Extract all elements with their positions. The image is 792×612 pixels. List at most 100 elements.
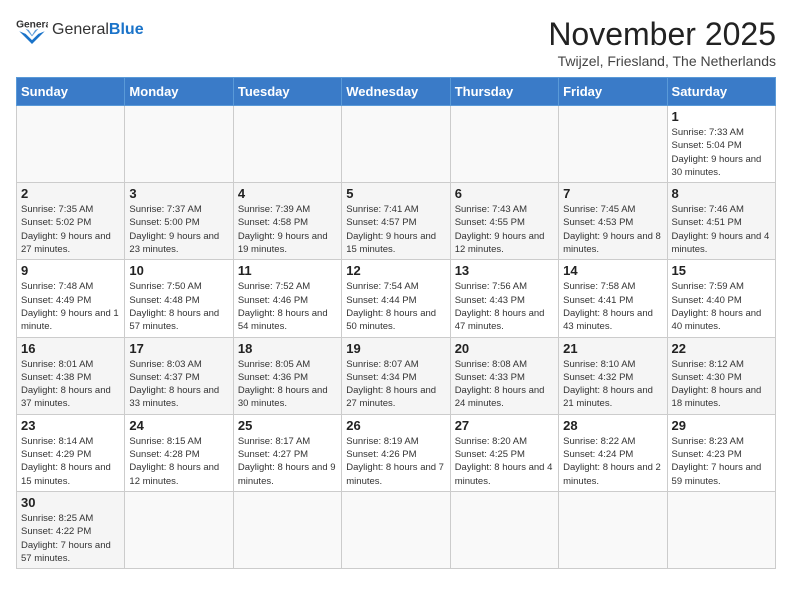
day-info: Sunrise: 7:37 AM Sunset: 5:00 PM Dayligh… (129, 203, 228, 256)
table-row: 25 Sunrise: 8:17 AM Sunset: 4:27 PM Dayli… (233, 414, 341, 491)
day-number: 23 (21, 418, 120, 433)
table-row: 6 Sunrise: 7:43 AM Sunset: 4:55 PM Daylig… (450, 183, 558, 260)
day-number: 14 (563, 263, 662, 278)
day-info: Sunrise: 8:12 AM Sunset: 4:30 PM Dayligh… (672, 358, 771, 411)
logo-text: GeneralBlue (52, 21, 144, 38)
table-row: 23 Sunrise: 8:14 AM Sunset: 4:29 PM Dayli… (17, 414, 125, 491)
table-row: 3 Sunrise: 7:37 AM Sunset: 5:00 PM Daylig… (125, 183, 233, 260)
table-row: 16 Sunrise: 8:01 AM Sunset: 4:38 PM Dayli… (17, 337, 125, 414)
title-area: November 2025 Twijzel, Friesland, The Ne… (548, 16, 776, 69)
day-number: 27 (455, 418, 554, 433)
header: General GeneralBlue November 2025 Twijze… (16, 16, 776, 69)
day-number: 6 (455, 186, 554, 201)
header-monday: Monday (125, 78, 233, 106)
day-info: Sunrise: 7:45 AM Sunset: 4:53 PM Dayligh… (563, 203, 662, 256)
table-row (125, 491, 233, 568)
day-number: 24 (129, 418, 228, 433)
day-number: 1 (672, 109, 771, 124)
day-number: 5 (346, 186, 445, 201)
day-number: 25 (238, 418, 337, 433)
day-info: Sunrise: 8:25 AM Sunset: 4:22 PM Dayligh… (21, 512, 120, 565)
day-info: Sunrise: 7:59 AM Sunset: 4:40 PM Dayligh… (672, 280, 771, 333)
table-row (342, 106, 450, 183)
day-info: Sunrise: 8:01 AM Sunset: 4:38 PM Dayligh… (21, 358, 120, 411)
calendar-row: 23 Sunrise: 8:14 AM Sunset: 4:29 PM Dayli… (17, 414, 776, 491)
table-row (342, 491, 450, 568)
day-info: Sunrise: 7:54 AM Sunset: 4:44 PM Dayligh… (346, 280, 445, 333)
weekday-header-row: Sunday Monday Tuesday Wednesday Thursday… (17, 78, 776, 106)
table-row (233, 491, 341, 568)
day-number: 10 (129, 263, 228, 278)
table-row: 1Sunrise: 7:33 AM Sunset: 5:04 PM Daylig… (667, 106, 775, 183)
table-row: 14Sunrise: 7:58 AM Sunset: 4:41 PM Dayli… (559, 260, 667, 337)
day-info: Sunrise: 7:46 AM Sunset: 4:51 PM Dayligh… (672, 203, 771, 256)
day-info: Sunrise: 8:07 AM Sunset: 4:34 PM Dayligh… (346, 358, 445, 411)
day-info: Sunrise: 7:48 AM Sunset: 4:49 PM Dayligh… (21, 280, 120, 333)
header-thursday: Thursday (450, 78, 558, 106)
table-row: 17 Sunrise: 8:03 AM Sunset: 4:37 PM Dayli… (125, 337, 233, 414)
day-number: 21 (563, 341, 662, 356)
day-number: 29 (672, 418, 771, 433)
day-info: Sunrise: 8:03 AM Sunset: 4:37 PM Dayligh… (129, 358, 228, 411)
table-row: 18 Sunrise: 8:05 AM Sunset: 4:36 PM Dayli… (233, 337, 341, 414)
calendar-row: 16 Sunrise: 8:01 AM Sunset: 4:38 PM Dayli… (17, 337, 776, 414)
day-number: 16 (21, 341, 120, 356)
header-tuesday: Tuesday (233, 78, 341, 106)
day-number: 18 (238, 341, 337, 356)
table-row: 24 Sunrise: 8:15 AM Sunset: 4:28 PM Dayli… (125, 414, 233, 491)
table-row: 21Sunrise: 8:10 AM Sunset: 4:32 PM Dayli… (559, 337, 667, 414)
day-info: Sunrise: 8:22 AM Sunset: 4:24 PM Dayligh… (563, 435, 662, 488)
day-info: Sunrise: 7:56 AM Sunset: 4:43 PM Dayligh… (455, 280, 554, 333)
header-saturday: Saturday (667, 78, 775, 106)
day-number: 19 (346, 341, 445, 356)
day-info: Sunrise: 8:23 AM Sunset: 4:23 PM Dayligh… (672, 435, 771, 488)
day-number: 28 (563, 418, 662, 433)
day-number: 20 (455, 341, 554, 356)
svg-text:General: General (16, 19, 48, 30)
table-row (559, 106, 667, 183)
table-row: 26Sunrise: 8:19 AM Sunset: 4:26 PM Dayli… (342, 414, 450, 491)
table-row (667, 491, 775, 568)
day-info: Sunrise: 8:17 AM Sunset: 4:27 PM Dayligh… (238, 435, 337, 488)
table-row: 13Sunrise: 7:56 AM Sunset: 4:43 PM Dayli… (450, 260, 558, 337)
day-info: Sunrise: 8:15 AM Sunset: 4:28 PM Dayligh… (129, 435, 228, 488)
day-number: 22 (672, 341, 771, 356)
calendar-row: 2Sunrise: 7:35 AM Sunset: 5:02 PM Daylig… (17, 183, 776, 260)
subtitle: Twijzel, Friesland, The Netherlands (548, 53, 776, 69)
calendar: Sunday Monday Tuesday Wednesday Thursday… (16, 77, 776, 569)
day-info: Sunrise: 8:14 AM Sunset: 4:29 PM Dayligh… (21, 435, 120, 488)
day-info: Sunrise: 8:20 AM Sunset: 4:25 PM Dayligh… (455, 435, 554, 488)
day-number: 9 (21, 263, 120, 278)
table-row: 9 Sunrise: 7:48 AM Sunset: 4:49 PM Daylig… (17, 260, 125, 337)
header-wednesday: Wednesday (342, 78, 450, 106)
generalblue-logo-icon: General (16, 16, 48, 44)
day-number: 30 (21, 495, 120, 510)
table-row: 22 Sunrise: 8:12 AM Sunset: 4:30 PM Dayli… (667, 337, 775, 414)
day-number: 11 (238, 263, 337, 278)
table-row (17, 106, 125, 183)
day-number: 15 (672, 263, 771, 278)
header-friday: Friday (559, 78, 667, 106)
table-row: 10 Sunrise: 7:50 AM Sunset: 4:48 PM Dayli… (125, 260, 233, 337)
table-row: 8 Sunrise: 7:46 AM Sunset: 4:51 PM Daylig… (667, 183, 775, 260)
day-number: 26 (346, 418, 445, 433)
day-number: 4 (238, 186, 337, 201)
header-sunday: Sunday (17, 78, 125, 106)
table-row: 29 Sunrise: 8:23 AM Sunset: 4:23 PM Dayli… (667, 414, 775, 491)
day-info: Sunrise: 7:43 AM Sunset: 4:55 PM Dayligh… (455, 203, 554, 256)
day-number: 8 (672, 186, 771, 201)
day-number: 2 (21, 186, 120, 201)
day-info: Sunrise: 7:50 AM Sunset: 4:48 PM Dayligh… (129, 280, 228, 333)
table-row (450, 106, 558, 183)
table-row (559, 491, 667, 568)
day-info: Sunrise: 8:08 AM Sunset: 4:33 PM Dayligh… (455, 358, 554, 411)
table-row: 27 Sunrise: 8:20 AM Sunset: 4:25 PM Dayli… (450, 414, 558, 491)
day-number: 3 (129, 186, 228, 201)
month-title: November 2025 (548, 16, 776, 53)
day-info: Sunrise: 8:05 AM Sunset: 4:36 PM Dayligh… (238, 358, 337, 411)
calendar-row: 9 Sunrise: 7:48 AM Sunset: 4:49 PM Daylig… (17, 260, 776, 337)
table-row: 4 Sunrise: 7:39 AM Sunset: 4:58 PM Daylig… (233, 183, 341, 260)
day-number: 17 (129, 341, 228, 356)
day-number: 12 (346, 263, 445, 278)
day-info: Sunrise: 7:39 AM Sunset: 4:58 PM Dayligh… (238, 203, 337, 256)
